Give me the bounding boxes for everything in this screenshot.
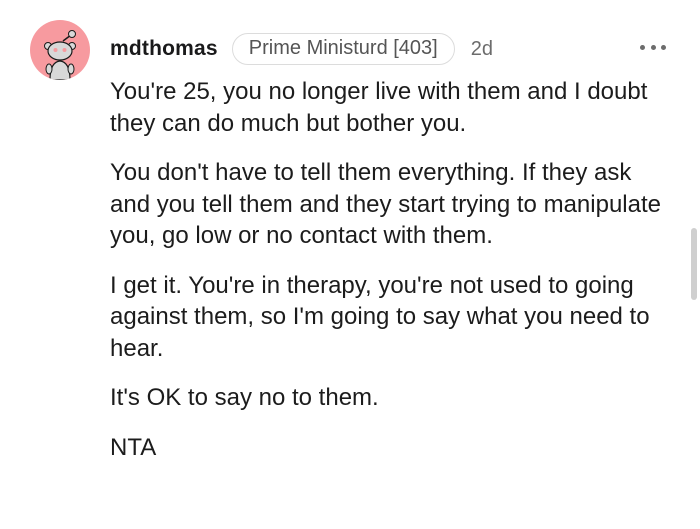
more-dot (661, 44, 666, 50)
comment-paragraph: NTA (110, 433, 157, 461)
comment-paragraph: I get it. You're in therapy, you're not … (110, 271, 650, 362)
comment-timestamp[interactable]: 2d (471, 38, 493, 61)
scrollbar-thumb[interactable] (691, 228, 697, 300)
snoo-avatar-icon (44, 30, 76, 80)
comment-paragraph: You're 25, you no longer live with them … (110, 78, 648, 137)
comment-body: You're 25, you no longer live with them … (110, 76, 670, 481)
comment-paragraph: You don't have to tell them everything. … (110, 159, 661, 249)
more-dot (640, 44, 645, 50)
user-flair: Prime Ministurd [403] (231, 33, 455, 65)
more-horizontal-icon[interactable] (640, 40, 666, 54)
more-dot (650, 44, 656, 50)
comment: mdthomas Prime Ministurd [403] 2d You're… (0, 0, 700, 529)
avatar[interactable] (30, 20, 90, 80)
comment-header: mdthomas Prime Ministurd [403] 2d (110, 30, 493, 68)
username-link[interactable]: mdthomas (110, 37, 218, 61)
comment-paragraph: It's OK to say no to them. (110, 384, 379, 411)
